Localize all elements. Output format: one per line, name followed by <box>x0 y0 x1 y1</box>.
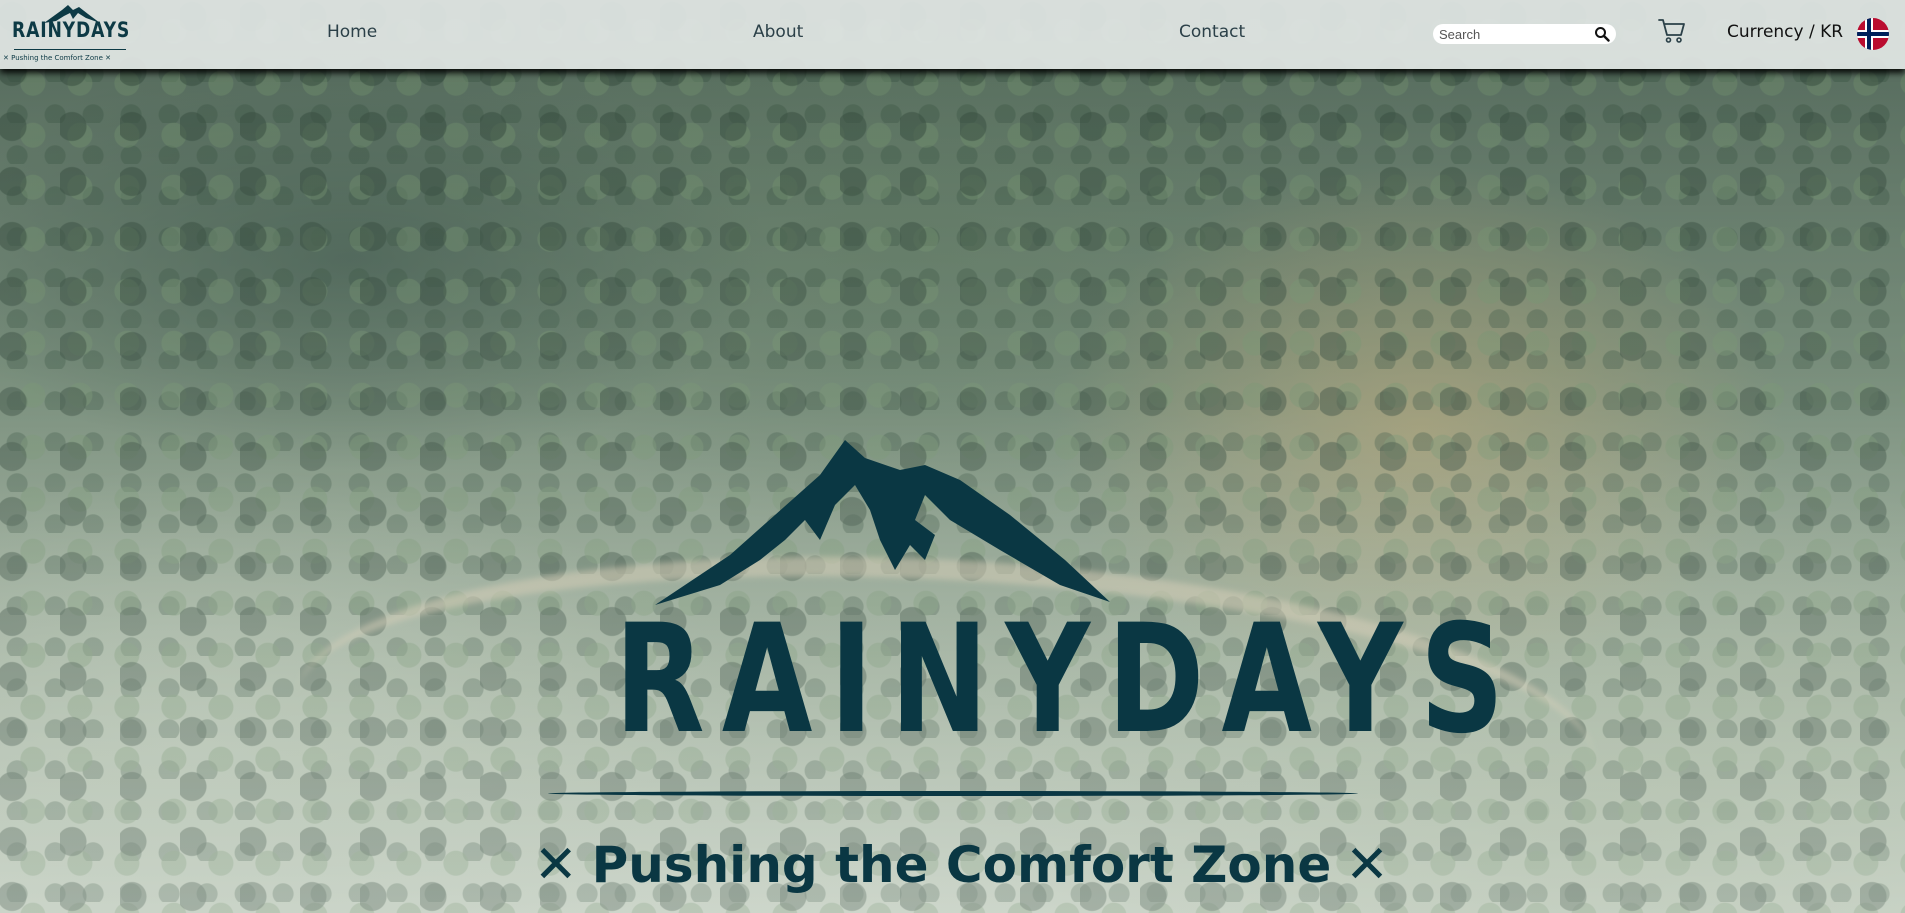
logo-wordmark: RAINYDAYS <box>12 18 131 42</box>
hero-logo: RAINYDAYS ✕ Pushing the Comfort Zone ✕ <box>520 440 1522 900</box>
hero-divider <box>548 791 1358 796</box>
hero-tag-mark-right: ✕ <box>1345 835 1389 895</box>
hero-tagline: ✕ Pushing the Comfort Zone ✕ <box>520 835 1389 895</box>
logo-divider <box>14 49 126 50</box>
nav-home-link[interactable]: Home <box>327 22 377 42</box>
logo-tagline: ✕ Pushing the Comfort Zone ✕ <box>2 54 111 62</box>
search-box <box>1433 24 1616 44</box>
cart-icon[interactable] <box>1658 17 1686 45</box>
nav-contact-link[interactable]: Contact <box>1179 22 1245 42</box>
currency-selector[interactable]: Currency / KR <box>1727 22 1843 42</box>
hero-tagline-text: Pushing the Comfort Zone <box>591 836 1332 894</box>
site-header: RAINYDAYS ✕ Pushing the Comfort Zone ✕ H… <box>0 0 1905 69</box>
nav-about-link[interactable]: About <box>753 22 803 42</box>
norway-flag-icon[interactable] <box>1857 18 1889 50</box>
header-logo[interactable]: RAINYDAYS ✕ Pushing the Comfort Zone ✕ <box>3 2 131 66</box>
hero-wordmark: RAINYDAYS <box>614 593 1522 767</box>
hero-tag-mark-left: ✕ <box>534 835 578 895</box>
search-icon[interactable] <box>1594 26 1610 42</box>
search-input[interactable] <box>1439 25 1587 43</box>
